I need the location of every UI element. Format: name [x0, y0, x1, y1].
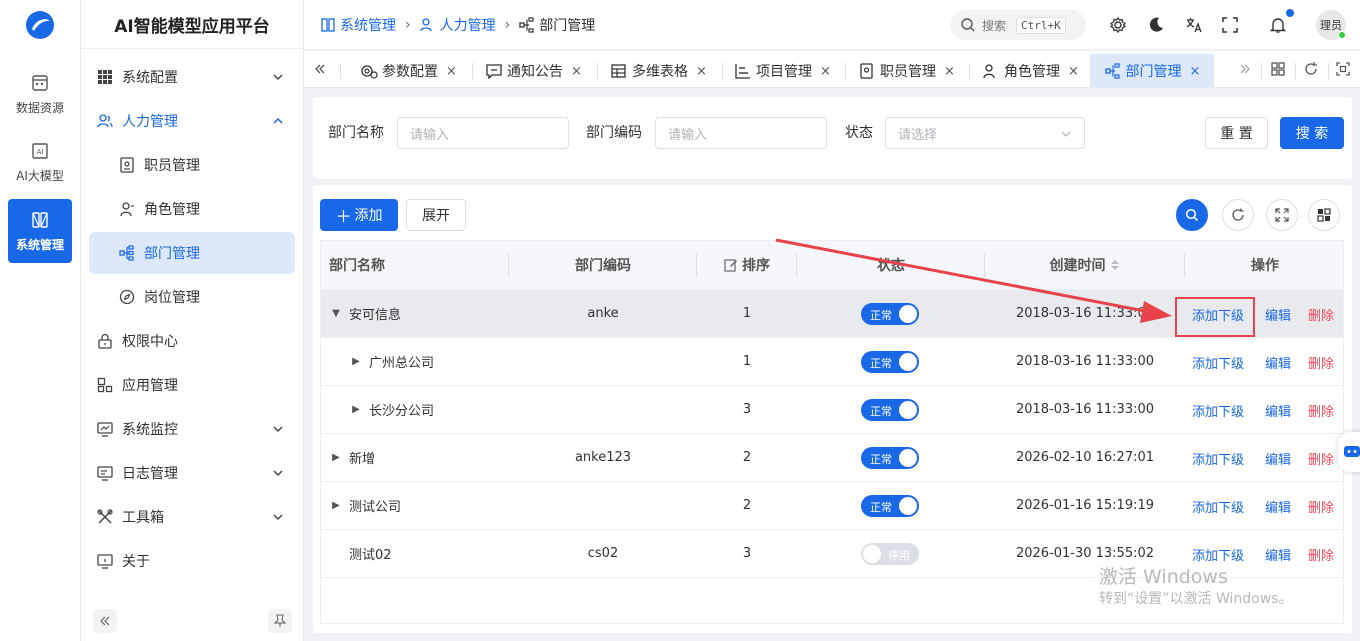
annotation-arrow-line — [775, 238, 1151, 314]
annotation-highlight-box — [1175, 297, 1255, 337]
annotation-arrow-head — [1140, 301, 1172, 323]
windows-activation-hint: 转到“设置”以激活 Windows。 — [1099, 591, 1293, 607]
windows-activation-title: 激活 Windows — [1099, 566, 1228, 588]
chatbot-launcher[interactable] — [1338, 432, 1360, 472]
annotation-arrow-overlay — [775, 238, 1172, 323]
chatbot-icon — [1344, 446, 1360, 457]
